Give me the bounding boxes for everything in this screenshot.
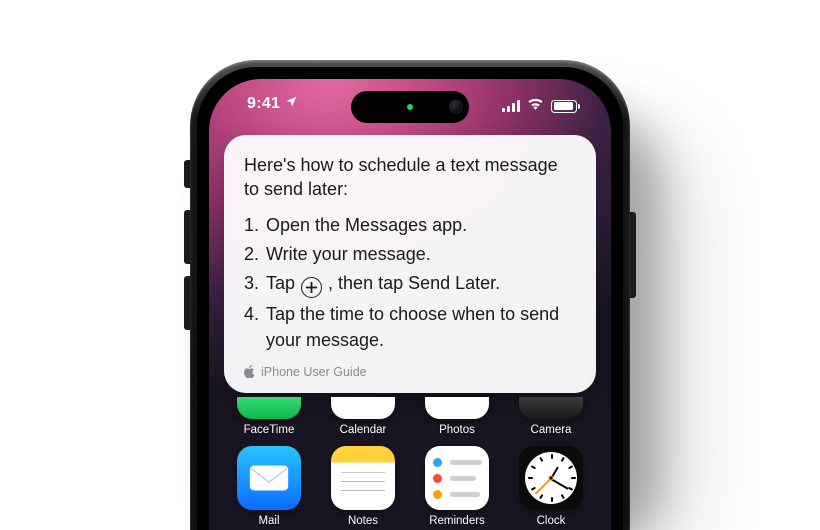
card-step-4: Tap the time to choose when to send your… — [244, 301, 576, 353]
facetime-icon — [237, 397, 301, 419]
app-label: Camera — [531, 424, 572, 436]
plus-circle-icon — [301, 277, 322, 298]
app-calendar[interactable]: Calendar — [325, 397, 401, 436]
app-mail[interactable]: Mail — [231, 446, 307, 527]
battery-icon — [551, 100, 577, 113]
card-step-1: Open the Messages app. — [244, 212, 576, 238]
reminders-icon — [425, 446, 489, 510]
camera-icon — [519, 397, 583, 419]
cellular-signal-icon — [502, 100, 520, 112]
card-source-text: iPhone User Guide — [261, 365, 367, 379]
app-label: Notes — [348, 515, 378, 527]
card-step-2: Write your message. — [244, 241, 576, 267]
side-power-button[interactable] — [630, 212, 636, 298]
card-step-3a: Tap — [266, 273, 300, 293]
notes-icon — [331, 446, 395, 510]
calendar-icon — [331, 397, 395, 419]
siri-answer-card[interactable]: Here's how to schedule a text message to… — [224, 135, 596, 393]
app-clock[interactable]: Clock — [513, 446, 589, 527]
card-step-3: Tap , then tap Send Later. — [244, 270, 576, 298]
card-step-3b: , then tap Send Later. — [328, 273, 500, 293]
app-label: FaceTime — [244, 424, 295, 436]
mail-icon — [237, 446, 301, 510]
card-source: iPhone User Guide — [244, 365, 576, 379]
photos-icon — [425, 397, 489, 419]
status-bar: 9:41 — [209, 93, 611, 121]
clock-icon — [519, 446, 583, 510]
app-facetime[interactable]: FaceTime — [231, 397, 307, 436]
card-lead-text: Here's how to schedule a text message to… — [244, 153, 576, 202]
app-label: Mail — [258, 515, 279, 527]
status-time-text: 9:41 — [247, 95, 280, 113]
app-label: Photos — [439, 424, 475, 436]
home-screen-apps: FaceTime Calendar Photos Camera — [209, 397, 611, 530]
app-notes[interactable]: Notes — [325, 446, 401, 527]
app-camera[interactable]: Camera — [513, 397, 589, 436]
status-time: 9:41 — [247, 95, 298, 113]
wifi-icon — [527, 97, 544, 115]
app-label: Calendar — [340, 424, 387, 436]
app-reminders[interactable]: Reminders — [419, 446, 495, 527]
apple-logo-icon — [244, 365, 255, 378]
phone-frame: 9:41 Here's how to schedule a — [190, 60, 630, 530]
phone-screen: 9:41 Here's how to schedule a — [209, 79, 611, 530]
app-label: Clock — [537, 515, 566, 527]
app-photos[interactable]: Photos — [419, 397, 495, 436]
app-label: Reminders — [429, 515, 485, 527]
location-arrow-icon — [285, 95, 298, 113]
